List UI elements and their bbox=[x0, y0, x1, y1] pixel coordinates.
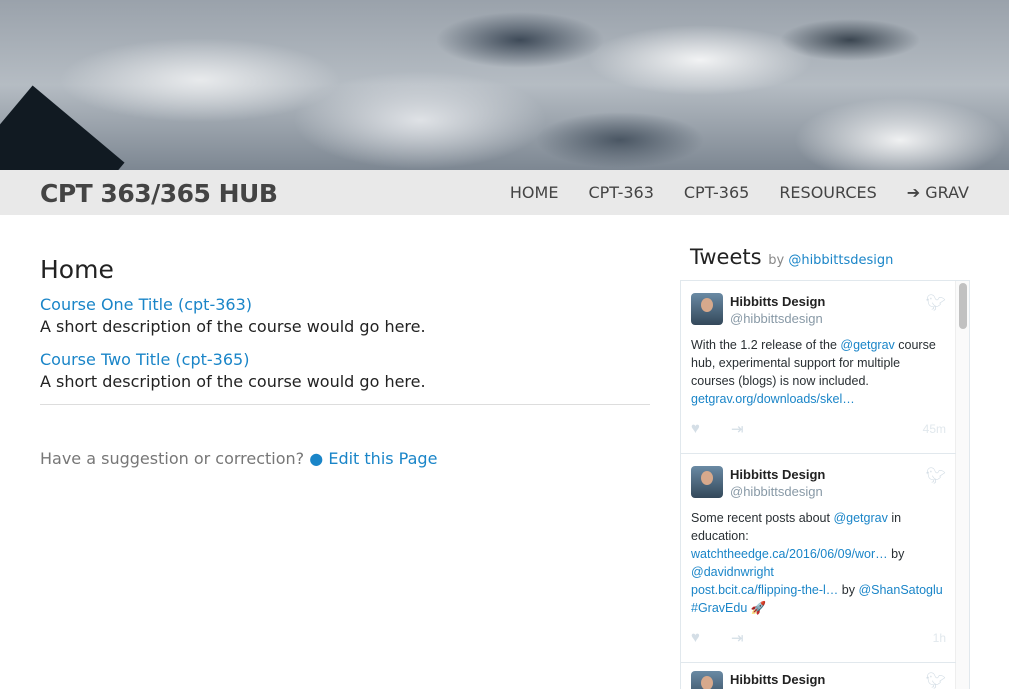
site-logo[interactable]: CPT 363/365 HUB bbox=[40, 179, 278, 208]
twitter-bird-icon: 🐦︎ bbox=[925, 673, 946, 689]
tweet-time[interactable]: 45m bbox=[923, 422, 946, 436]
tweet-handle[interactable]: @hibbittsdesign bbox=[730, 310, 946, 328]
nav-home[interactable]: HOME bbox=[510, 183, 559, 202]
divider bbox=[40, 404, 650, 405]
tweet-text: Some recent posts about @getgrav in educ… bbox=[691, 511, 943, 615]
tweet-author[interactable]: Hibbitts Design bbox=[730, 671, 946, 688]
course-link[interactable]: Course Two Title (cpt-365) bbox=[40, 350, 249, 369]
tweet-author[interactable]: Hibbitts Design bbox=[730, 293, 946, 310]
hero-banner bbox=[0, 0, 1009, 170]
twitter-bird-icon: 🐦︎ bbox=[925, 468, 946, 485]
nav-grav[interactable]: ➔ GRAV bbox=[907, 183, 969, 202]
heart-icon[interactable]: ♥ bbox=[691, 420, 700, 437]
nav-cpt-363[interactable]: CPT-363 bbox=[588, 183, 653, 202]
tweet: Hibbitts Design 🐦︎ bbox=[681, 663, 956, 689]
github-icon: ● bbox=[309, 449, 324, 468]
nav-resources[interactable]: RESOURCES bbox=[779, 183, 876, 202]
course-description: A short description of the course would … bbox=[40, 372, 426, 391]
tweet: Hibbitts Design @hibbittsdesign 🐦︎ With … bbox=[681, 281, 956, 454]
tweet: Hibbitts Design @hibbittsdesign 🐦︎ Some … bbox=[681, 454, 956, 663]
tweet-time[interactable]: 1h bbox=[933, 631, 946, 645]
avatar[interactable] bbox=[691, 671, 723, 689]
tweets-header: Tweets by @hibbittsdesign bbox=[690, 245, 894, 269]
tweet-handle[interactable]: @hibbittsdesign bbox=[730, 483, 946, 501]
navbar: CPT 363/365 HUB HOME CPT-363 CPT-365 RES… bbox=[0, 170, 1009, 215]
rocket-emoji: 🚀 bbox=[750, 601, 767, 615]
airplane-wing bbox=[0, 85, 125, 170]
twitter-timeline[interactable]: Hibbitts Design @hibbittsdesign 🐦︎ With … bbox=[680, 280, 970, 689]
avatar[interactable] bbox=[691, 293, 723, 325]
nav-cpt-365[interactable]: CPT-365 bbox=[684, 183, 749, 202]
page-title: Home bbox=[40, 255, 114, 284]
share-icon[interactable]: ⇥ bbox=[731, 629, 744, 647]
course-item: Course One Title (cpt-363) A short descr… bbox=[40, 294, 650, 338]
course-link[interactable]: Course One Title (cpt-363) bbox=[40, 295, 252, 314]
arrow-circle-right-icon: ➔ bbox=[906, 183, 921, 202]
heart-icon[interactable]: ♥ bbox=[691, 629, 700, 646]
suggestion-text: Have a suggestion or correction? bbox=[40, 449, 305, 468]
scrollbar-thumb[interactable] bbox=[959, 283, 967, 329]
tweet-author[interactable]: Hibbitts Design bbox=[730, 466, 946, 483]
avatar[interactable] bbox=[691, 466, 723, 498]
tweet-text: With the 1.2 release of the @getgrav cou… bbox=[691, 338, 936, 406]
course-item: Course Two Title (cpt-365) A short descr… bbox=[40, 349, 650, 393]
scrollbar[interactable] bbox=[955, 281, 969, 689]
twitter-bird-icon: 🐦︎ bbox=[925, 295, 946, 312]
share-icon[interactable]: ⇥ bbox=[731, 420, 744, 438]
edit-page-link[interactable]: ● Edit this Page bbox=[309, 449, 437, 468]
twitter-handle-link[interactable]: @hibbittsdesign bbox=[788, 253, 893, 268]
course-description: A short description of the course would … bbox=[40, 317, 426, 336]
